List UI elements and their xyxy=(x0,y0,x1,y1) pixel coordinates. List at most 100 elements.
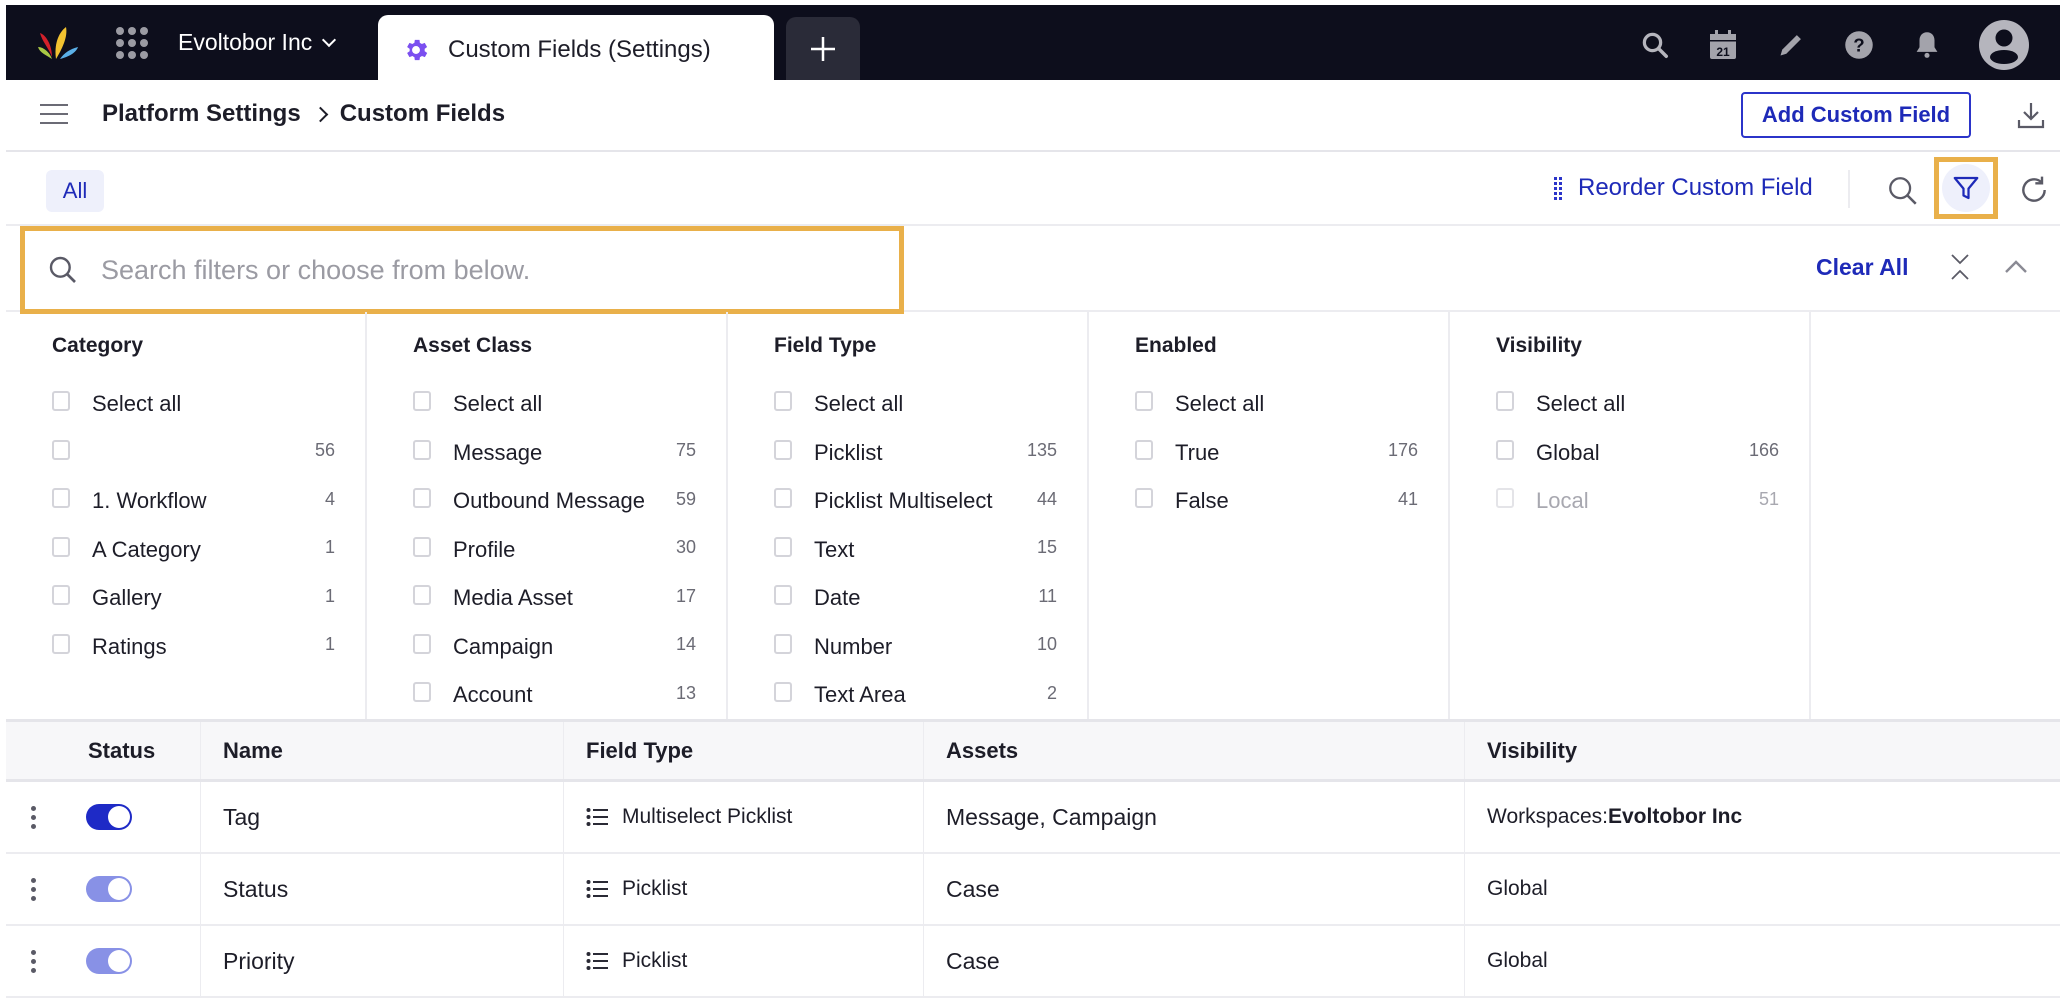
plus-icon xyxy=(811,36,835,61)
checkbox[interactable] xyxy=(52,439,70,460)
filter-button[interactable] xyxy=(1934,157,1998,219)
filter-option[interactable]: Text 15 xyxy=(774,526,1057,575)
filter-search-input[interactable] xyxy=(101,254,881,286)
checkbox[interactable] xyxy=(774,633,792,654)
checkbox[interactable] xyxy=(1135,488,1153,509)
filter-option[interactable]: Select all xyxy=(52,380,335,429)
checkbox[interactable] xyxy=(774,439,792,460)
settings-gear-icon xyxy=(407,39,428,61)
filter-option[interactable]: Gallery 1 xyxy=(52,574,335,623)
table-row[interactable]: Tag Multiselect Picklist Message, Campai… xyxy=(6,782,2060,854)
column-header-name[interactable]: Name xyxy=(201,722,564,779)
calendar-button[interactable]: 21 xyxy=(1706,28,1740,62)
reorder-label: Reorder Custom Field xyxy=(1578,174,1813,201)
tab-all[interactable]: All xyxy=(46,170,104,212)
status-toggle[interactable] xyxy=(86,804,132,830)
checkbox[interactable] xyxy=(413,536,431,557)
status-toggle[interactable] xyxy=(86,876,132,902)
help-button[interactable]: ? xyxy=(1842,28,1876,62)
filter-column-title: Visibility xyxy=(1496,334,1582,357)
filter-option[interactable]: Profile 30 xyxy=(413,526,696,575)
checkbox[interactable] xyxy=(413,633,431,654)
refresh-icon[interactable] xyxy=(2018,174,2050,206)
filter-option[interactable]: Message 75 xyxy=(413,429,696,478)
column-header-visibility[interactable]: Visibility xyxy=(1465,722,2060,779)
checkbox[interactable] xyxy=(52,633,70,654)
new-tab-button[interactable] xyxy=(786,17,860,80)
chevron-up-icon[interactable] xyxy=(2002,256,2030,276)
row-actions-kebab-icon[interactable] xyxy=(6,949,60,973)
checkbox[interactable] xyxy=(413,585,431,606)
checkbox[interactable] xyxy=(1496,439,1514,460)
column-header-assets[interactable]: Assets xyxy=(924,722,1465,779)
notifications-button[interactable] xyxy=(1910,28,1944,62)
filter-option[interactable]: Campaign 14 xyxy=(413,623,696,672)
checkbox[interactable] xyxy=(52,585,70,606)
checkbox[interactable] xyxy=(413,439,431,460)
filter-option[interactable]: Select all xyxy=(774,380,1057,429)
filter-option[interactable]: 56 xyxy=(52,429,335,478)
filter-option[interactable]: Date 11 xyxy=(774,574,1057,623)
checkbox[interactable] xyxy=(52,391,70,412)
table-row[interactable]: Priority Picklist Case Global xyxy=(6,926,2060,998)
column-header-status[interactable]: Status xyxy=(6,722,201,779)
list-icon xyxy=(586,808,608,826)
checkbox[interactable] xyxy=(413,488,431,509)
checkbox[interactable] xyxy=(774,585,792,606)
filter-option[interactable]: Picklist 135 xyxy=(774,429,1057,478)
column-header-field-type[interactable]: Field Type xyxy=(564,722,924,779)
chevron-right-icon xyxy=(312,106,328,122)
field-name[interactable]: Priority xyxy=(201,926,564,996)
collapse-all-icon[interactable] xyxy=(1948,252,1972,282)
filter-option[interactable]: Select all xyxy=(1135,380,1418,429)
clear-all-button[interactable]: Clear All xyxy=(1816,254,1908,281)
app-launcher-icon[interactable] xyxy=(116,27,148,59)
filter-option[interactable]: Select all xyxy=(1496,380,1779,429)
edit-button[interactable] xyxy=(1774,28,1808,62)
table-header: Status Name Field Type Assets Visibility xyxy=(6,722,2060,782)
checkbox[interactable] xyxy=(774,488,792,509)
checkbox[interactable] xyxy=(774,536,792,557)
filter-option[interactable]: True 176 xyxy=(1135,429,1418,478)
checkbox[interactable] xyxy=(413,391,431,412)
filter-option[interactable]: Outbound Message 59 xyxy=(413,477,696,526)
global-search-button[interactable] xyxy=(1638,28,1672,62)
filter-search-box[interactable] xyxy=(20,226,904,314)
checkbox[interactable] xyxy=(774,391,792,412)
row-actions-kebab-icon[interactable] xyxy=(6,877,60,901)
filter-option[interactable]: Account 13 xyxy=(413,671,696,720)
filter-option[interactable]: Text Area 2 xyxy=(774,671,1057,720)
filter-option[interactable]: Ratings 1 xyxy=(52,623,335,672)
workspace-switcher[interactable]: Evoltobor Inc xyxy=(178,29,337,56)
user-profile-button[interactable] xyxy=(1978,19,2030,71)
status-toggle[interactable] xyxy=(86,948,132,974)
add-custom-field-button[interactable]: Add Custom Field xyxy=(1741,92,1971,138)
filter-option[interactable]: Media Asset 17 xyxy=(413,574,696,623)
filter-option[interactable]: Global 166 xyxy=(1496,429,1779,478)
breadcrumb-parent[interactable]: Platform Settings xyxy=(102,100,301,128)
brand-logo-icon[interactable] xyxy=(36,23,82,63)
checkbox[interactable] xyxy=(52,488,70,509)
download-icon[interactable] xyxy=(2016,100,2046,130)
filter-option[interactable]: A Category 1 xyxy=(52,526,335,575)
menu-hamburger-icon[interactable] xyxy=(40,104,68,124)
filter-option[interactable]: Select all xyxy=(413,380,696,429)
row-actions-kebab-icon[interactable] xyxy=(6,805,60,829)
tab-custom-fields-settings[interactable]: Custom Fields (Settings) xyxy=(378,15,774,85)
filter-option[interactable]: Picklist Multiselect 44 xyxy=(774,477,1057,526)
checkbox[interactable] xyxy=(1135,439,1153,460)
search-icon[interactable] xyxy=(1886,174,1920,208)
checkbox[interactable] xyxy=(413,682,431,703)
reorder-custom-field-button[interactable]: Reorder Custom Field xyxy=(1554,174,1813,202)
table-row[interactable]: Status Picklist Case Global xyxy=(6,854,2060,926)
checkbox[interactable] xyxy=(52,536,70,557)
toolbar: All Reorder Custom Field xyxy=(6,152,2060,226)
filter-option[interactable]: False 41 xyxy=(1135,477,1418,526)
filter-option[interactable]: 1. Workflow 4 xyxy=(52,477,335,526)
checkbox[interactable] xyxy=(1135,391,1153,412)
filter-option[interactable]: Number 10 xyxy=(774,623,1057,672)
field-name[interactable]: Status xyxy=(201,854,564,924)
checkbox[interactable] xyxy=(774,682,792,703)
field-name[interactable]: Tag xyxy=(201,782,564,852)
checkbox[interactable] xyxy=(1496,391,1514,412)
